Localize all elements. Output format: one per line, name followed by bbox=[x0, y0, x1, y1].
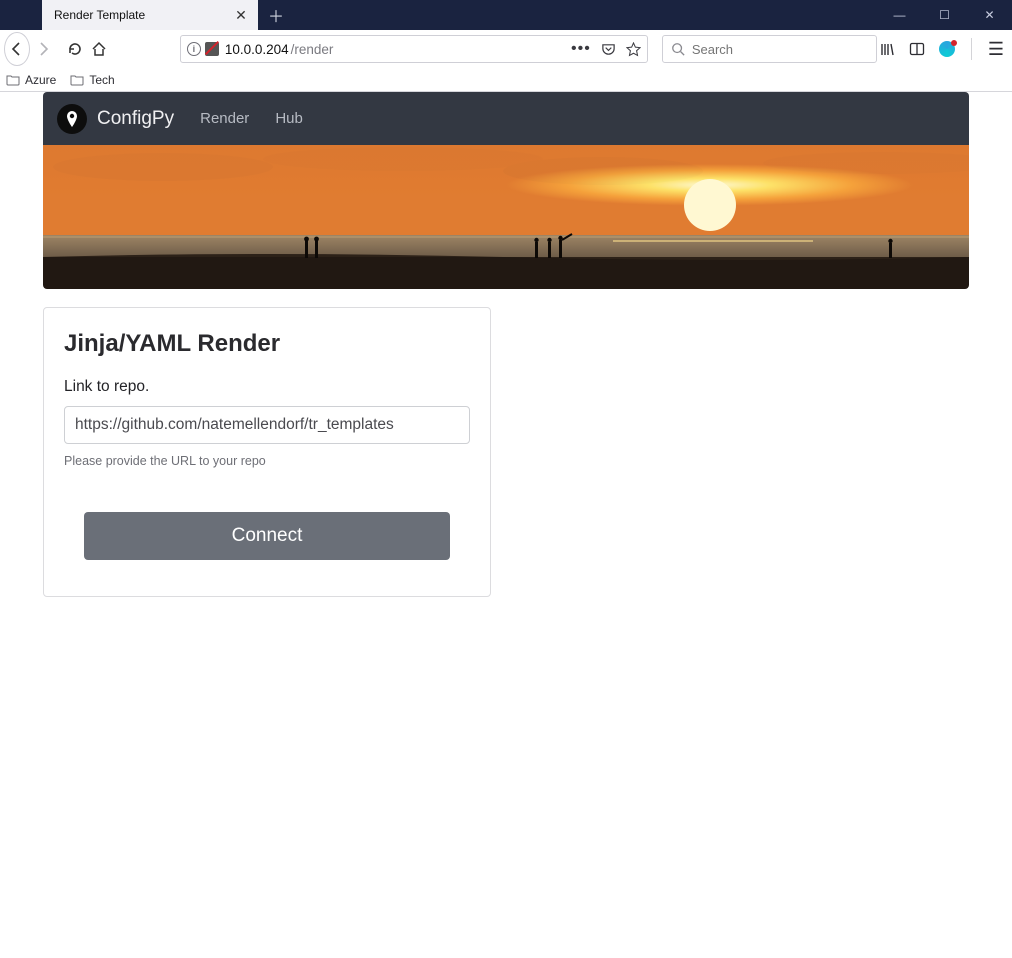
url-bar[interactable]: i 10.0.0.204/render ••• bbox=[180, 35, 648, 63]
search-input[interactable] bbox=[692, 42, 868, 57]
home-button[interactable] bbox=[88, 34, 110, 64]
info-icon[interactable]: i bbox=[187, 42, 201, 56]
hero-image bbox=[43, 145, 969, 289]
url-path: /render bbox=[291, 42, 334, 57]
render-card: Jinja/YAML Render Link to repo. Please p… bbox=[43, 307, 491, 597]
repo-url-input[interactable] bbox=[64, 406, 470, 444]
bookmark-folder-tech[interactable]: Tech bbox=[70, 73, 114, 87]
app-navbar: ConfigPy Render Hub bbox=[43, 92, 969, 145]
new-tab-button[interactable]: ＋ bbox=[258, 0, 294, 30]
repo-label: Link to repo. bbox=[64, 378, 470, 396]
card-title: Jinja/YAML Render bbox=[64, 330, 470, 358]
bookmarks-bar: Azure Tech bbox=[0, 68, 1012, 92]
tracking-blocked-icon[interactable] bbox=[205, 42, 219, 56]
bookmark-label: Tech bbox=[89, 73, 114, 87]
url-text[interactable]: 10.0.0.204/render bbox=[225, 42, 565, 57]
toolbar-right-icons: ☰ bbox=[879, 38, 1008, 60]
window-maximize-icon[interactable]: ☐ bbox=[922, 0, 967, 30]
forward-button bbox=[32, 34, 54, 64]
bookmark-label: Azure bbox=[25, 73, 56, 87]
folder-icon bbox=[6, 74, 20, 86]
bookmark-folder-azure[interactable]: Azure bbox=[6, 73, 56, 87]
connect-button[interactable]: Connect bbox=[84, 512, 450, 560]
site-identity-icons[interactable]: i bbox=[187, 42, 219, 56]
brand-pin-icon bbox=[57, 104, 87, 134]
library-icon[interactable] bbox=[879, 41, 895, 57]
app-menu-icon[interactable]: ☰ bbox=[988, 39, 1004, 60]
window-minimize-icon[interactable]: — bbox=[877, 0, 922, 30]
pocket-icon[interactable] bbox=[601, 42, 616, 57]
tab-close-icon[interactable]: ✕ bbox=[232, 6, 250, 24]
page-actions-icon[interactable]: ••• bbox=[571, 40, 591, 58]
browser-tab[interactable]: Render Template ✕ bbox=[42, 0, 258, 30]
brand-name: ConfigPy bbox=[97, 108, 174, 130]
window-controls: — ☐ ✕ bbox=[877, 0, 1012, 30]
window-titlebar: Render Template ✕ ＋ — ☐ ✕ bbox=[0, 0, 1012, 30]
search-icon bbox=[671, 42, 685, 56]
url-host: 10.0.0.204 bbox=[225, 42, 289, 57]
page-viewport: ConfigPy Render Hub bbox=[0, 92, 1012, 597]
toolbar-separator bbox=[971, 38, 972, 60]
brand[interactable]: ConfigPy bbox=[57, 104, 174, 134]
window-close-icon[interactable]: ✕ bbox=[967, 0, 1012, 30]
tab-title: Render Template bbox=[54, 8, 145, 22]
browser-toolbar: i 10.0.0.204/render ••• ☰ bbox=[0, 30, 1012, 68]
nav-link-hub[interactable]: Hub bbox=[275, 110, 303, 127]
sidebar-icon[interactable] bbox=[909, 41, 925, 57]
folder-icon bbox=[70, 74, 84, 86]
search-box[interactable] bbox=[662, 35, 877, 63]
reload-button[interactable] bbox=[64, 34, 86, 64]
account-icon[interactable] bbox=[939, 41, 955, 57]
bookmark-star-icon[interactable] bbox=[626, 42, 641, 57]
back-button[interactable] bbox=[4, 32, 30, 66]
nav-link-render[interactable]: Render bbox=[200, 110, 249, 127]
repo-help-text: Please provide the URL to your repo bbox=[64, 454, 470, 468]
